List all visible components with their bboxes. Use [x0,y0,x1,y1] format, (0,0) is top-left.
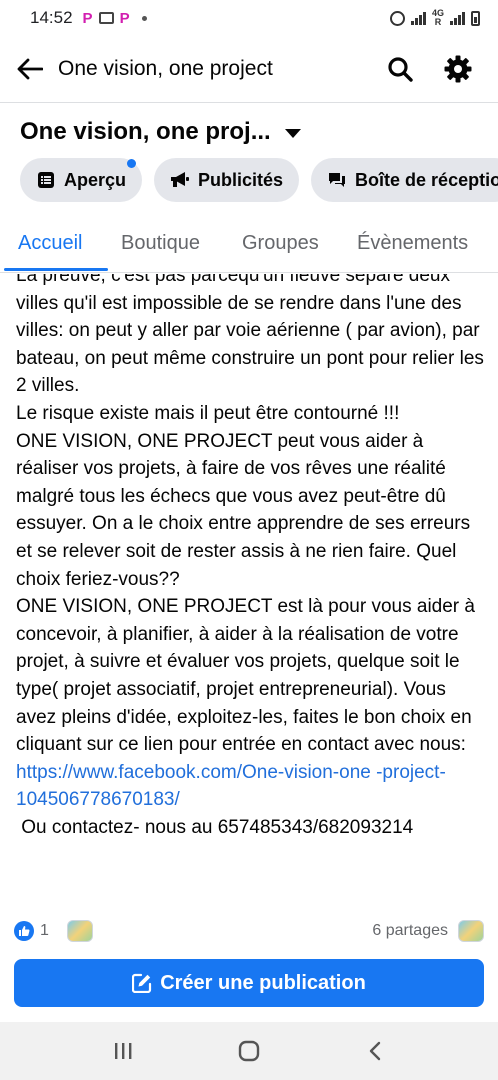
overview-icon [36,170,56,190]
edit-icon [132,973,152,993]
page-switcher[interactable]: One vision, one proj... [20,118,301,146]
back-icon[interactable] [345,1029,405,1073]
megaphone-icon [170,170,190,190]
page-action-chips: Aperçu Publicités Boîte de réceptio [20,158,498,202]
home-icon[interactable] [219,1029,279,1073]
app-bar-divider [0,102,498,103]
tab-boutique[interactable]: Boutique [121,214,200,272]
gallery-icon [98,12,114,24]
chat-bubble-icon [327,170,347,190]
app-bar: One vision, one project [0,36,498,102]
post-paragraph: ONE VISION, ONE PROJECT est là pour vous… [16,596,475,756]
more-notifications-icon [141,15,147,21]
chip-apercu-label: Aperçu [64,169,127,190]
chip-boite-de-reception-label: Boîte de réceptio [355,169,498,190]
chip-publicites[interactable]: Publicités [154,158,300,202]
chip-publicites-label: Publicités [198,169,284,190]
tab-accueil[interactable]: Accueil [18,214,82,272]
tab-evenements[interactable]: Évènements [357,214,468,272]
battery-icon [471,10,480,26]
app-bar-title: One vision, one project [58,57,273,80]
recent-apps-icon[interactable] [93,1029,153,1073]
gear-icon[interactable] [438,49,478,89]
status-indicators: 4G R [389,9,480,27]
system-navigation-bar [0,1022,498,1080]
like-icon[interactable] [14,921,34,941]
signal-icon [410,11,426,25]
avatar[interactable] [66,920,93,942]
network-type-label: 4G R [432,9,444,27]
share-as-avatar[interactable] [458,920,484,942]
active-tab-indicator [4,268,108,271]
page-tabs: Accueil Boutique Groupes Évènements [0,214,498,272]
post-paragraph: Le risque existe mais il peut être conto… [16,402,400,424]
chip-boite-de-reception[interactable]: Boîte de réceptio [311,158,498,202]
tab-boutique-label: Boutique [121,231,200,254]
tabs-divider [0,272,498,273]
status-time: 14:52 [30,8,73,27]
post-paragraph: La preuve, c'est pas parcequ'un fleuve s… [16,274,484,397]
tab-evenements-label: Évènements [357,231,469,254]
alarm-icon [389,10,405,26]
create-post-label: Créer une publication [160,971,366,994]
back-arrow-icon[interactable] [14,53,46,85]
search-icon[interactable] [380,49,420,89]
app-notification-icon-2: P [119,9,130,27]
facebook-page-link[interactable]: https://www.facebook.com/One-vision-one … [16,762,446,811]
create-post-button[interactable]: Créer une publication [14,959,484,1007]
post-body[interactable]: La preuve, c'est pas parcequ'un fleuve s… [0,274,498,912]
app-notification-icon: P [82,9,93,27]
shares-count[interactable]: 6 partages [372,922,448,940]
page-name: One vision, one proj... [20,118,271,145]
chip-apercu[interactable]: Aperçu [20,158,143,202]
roaming-indicator: R [434,17,442,27]
post-text: La preuve, c'est pas parcequ'un fleuve s… [16,274,488,841]
post-contact: Ou contactez- nous au 657485343/68209321… [16,816,414,838]
like-count[interactable]: 1 [40,922,49,940]
post-paragraph: ONE VISION, ONE PROJECT peut vous aider … [16,430,471,590]
caret-down-icon [284,128,301,138]
tab-accueil-label: Accueil [18,231,83,254]
signal-icon-2 [450,11,465,25]
reactions-row: 1 6 partages [14,916,484,946]
status-bar: 14:52 P P 4G R [0,0,498,36]
tab-groupes-label: Groupes [242,231,319,254]
notification-dot [127,159,137,168]
tab-groupes[interactable]: Groupes [242,214,319,272]
